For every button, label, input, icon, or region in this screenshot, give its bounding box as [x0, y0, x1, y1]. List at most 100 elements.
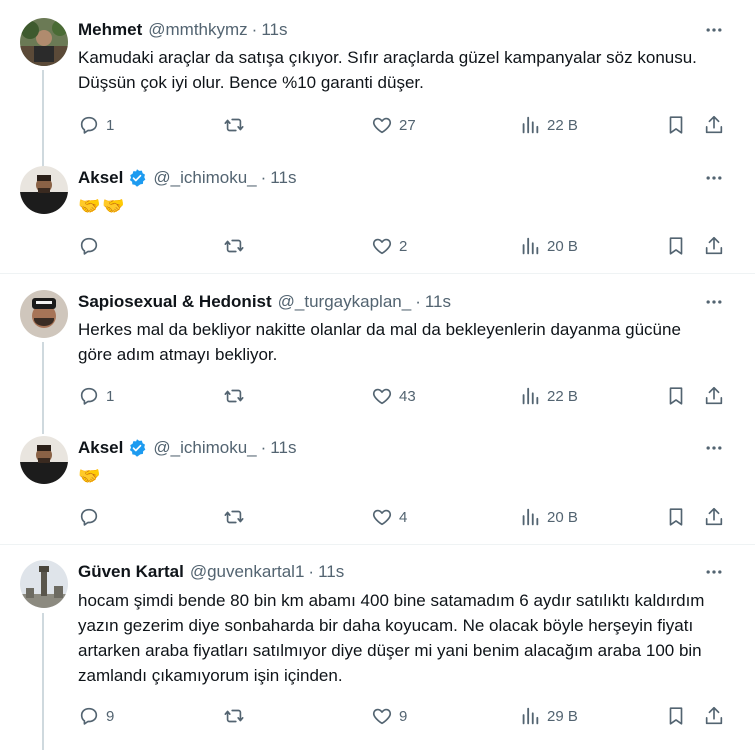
timestamp[interactable]: 11s [270, 168, 296, 188]
repost-button[interactable] [223, 384, 251, 408]
timestamp[interactable]: 11s [261, 20, 287, 40]
like-count: 4 [399, 508, 408, 526]
more-icon[interactable] [703, 19, 725, 41]
reply-count: 9 [106, 707, 115, 725]
user-handle[interactable]: @guvenkartal1 [190, 562, 305, 582]
share-button[interactable] [703, 384, 725, 408]
views-count: 29 B [547, 707, 578, 725]
reply-icon [80, 387, 98, 405]
repost-button[interactable] [223, 234, 251, 258]
user-handle[interactable]: @_turgaykaplan_ [278, 292, 412, 312]
bookmark-icon [669, 387, 683, 405]
reply-button[interactable]: 1 [78, 384, 114, 408]
separator-dot: · [260, 438, 267, 457]
repost-icon [224, 709, 244, 723]
like-button[interactable]: 9 [371, 704, 407, 728]
views-icon [522, 707, 539, 725]
tweet-text: Herkes mal da bekliyor nakitte olanlar d… [78, 320, 681, 364]
more-icon[interactable] [703, 437, 725, 459]
avatar[interactable] [20, 18, 68, 66]
like-count: 27 [399, 116, 416, 134]
display-name[interactable]: Sapiosexual & Hedonist [78, 292, 272, 312]
reply-button[interactable]: 1 [78, 113, 114, 137]
more-icon[interactable] [703, 561, 725, 583]
views-count: 20 B [547, 237, 578, 255]
more-icon[interactable] [703, 291, 725, 313]
tweet[interactable]: Aksel @_ichimoku_ · 11s 🤝 4 20 B [0, 429, 755, 545]
tweet-text: hocam şimdi bende 80 bin km abamı 400 bi… [78, 591, 705, 685]
reply-button[interactable]: 9 [78, 704, 114, 728]
display-name[interactable]: Güven Kartal [78, 562, 184, 582]
reply-icon [80, 707, 98, 725]
user-handle[interactable]: @_ichimoku_ [153, 168, 256, 188]
views-icon [522, 387, 539, 405]
tweet-text: 🤝🤝 [78, 196, 127, 216]
reply-icon [80, 116, 98, 134]
like-icon [372, 117, 392, 134]
reply-button[interactable] [78, 234, 106, 258]
tweet-header: Aksel @_ichimoku_ · 11s [78, 436, 296, 460]
views-count: 22 B [547, 116, 578, 134]
bookmark-button[interactable] [665, 234, 687, 258]
like-icon [372, 388, 392, 405]
avatar[interactable] [20, 166, 68, 214]
bookmark-icon [669, 508, 683, 526]
user-handle[interactable]: @_ichimoku_ [153, 438, 256, 458]
timestamp[interactable]: 11s [270, 438, 296, 458]
bookmark-icon [669, 116, 683, 134]
tweet-header: Aksel @_ichimoku_ · 11s [78, 166, 296, 190]
tweet[interactable]: Güven Kartal @guvenkartal1 · 11s hocam ş… [0, 545, 755, 750]
separator-dot: · [251, 20, 258, 39]
bookmark-button[interactable] [665, 384, 687, 408]
share-button[interactable] [703, 113, 725, 137]
views-button[interactable]: 29 B [519, 704, 578, 728]
user-handle[interactable]: @mmthkymz [148, 20, 247, 40]
tweet[interactable]: Sapiosexual & Hedonist @_turgaykaplan_ ·… [0, 274, 755, 429]
timestamp[interactable]: 11s [425, 292, 451, 312]
like-button[interactable]: 4 [371, 505, 407, 529]
like-button[interactable]: 43 [371, 384, 416, 408]
tweet-text: 🤝 [78, 466, 103, 486]
tweet-actions: 1 27 22 B [78, 113, 728, 137]
tweet-actions: 4 20 B [78, 505, 728, 529]
share-button[interactable] [703, 704, 725, 728]
separator-dot: · [415, 292, 421, 311]
avatar[interactable] [20, 560, 68, 608]
like-button[interactable]: 27 [371, 113, 416, 137]
display-name[interactable]: Mehmet [78, 20, 142, 40]
bookmark-button[interactable] [665, 113, 687, 137]
views-button[interactable]: 22 B [519, 113, 578, 137]
more-icon[interactable] [703, 167, 725, 189]
views-button[interactable]: 22 B [519, 384, 578, 408]
reply-count: 1 [106, 387, 115, 405]
views-button[interactable]: 20 B [519, 505, 578, 529]
tweet-actions: 9 9 29 B [78, 704, 728, 728]
tweet[interactable]: Mehmet @mmthkymz · 11s Kamudaki araçlar … [0, 0, 755, 160]
display-name[interactable]: Aksel [78, 168, 123, 188]
bookmark-button[interactable] [665, 505, 687, 529]
repost-button[interactable] [223, 704, 251, 728]
like-icon [372, 509, 392, 526]
reply-button[interactable] [78, 505, 106, 529]
share-button[interactable] [703, 234, 725, 258]
repost-icon [224, 510, 244, 524]
tweet[interactable]: Aksel @_ichimoku_ · 11s 🤝🤝 2 20 B [0, 160, 755, 274]
repost-icon [224, 239, 244, 253]
repost-icon [224, 389, 244, 403]
repost-button[interactable] [223, 505, 251, 529]
avatar[interactable] [20, 290, 68, 338]
bookmark-button[interactable] [665, 704, 687, 728]
views-icon [522, 116, 539, 134]
share-icon [705, 507, 723, 526]
like-button[interactable]: 2 [371, 234, 407, 258]
tweet-text: Kamudaki araçlar da satışa çıkıyor. Sıfı… [78, 48, 697, 92]
display-name[interactable]: Aksel [78, 438, 123, 458]
repost-button[interactable] [223, 113, 251, 137]
avatar[interactable] [20, 436, 68, 484]
timestamp[interactable]: 11s [318, 562, 344, 582]
share-icon [705, 706, 723, 725]
share-button[interactable] [703, 505, 725, 529]
share-icon [705, 386, 723, 405]
verified-badge-icon [127, 438, 147, 458]
views-button[interactable]: 20 B [519, 234, 578, 258]
